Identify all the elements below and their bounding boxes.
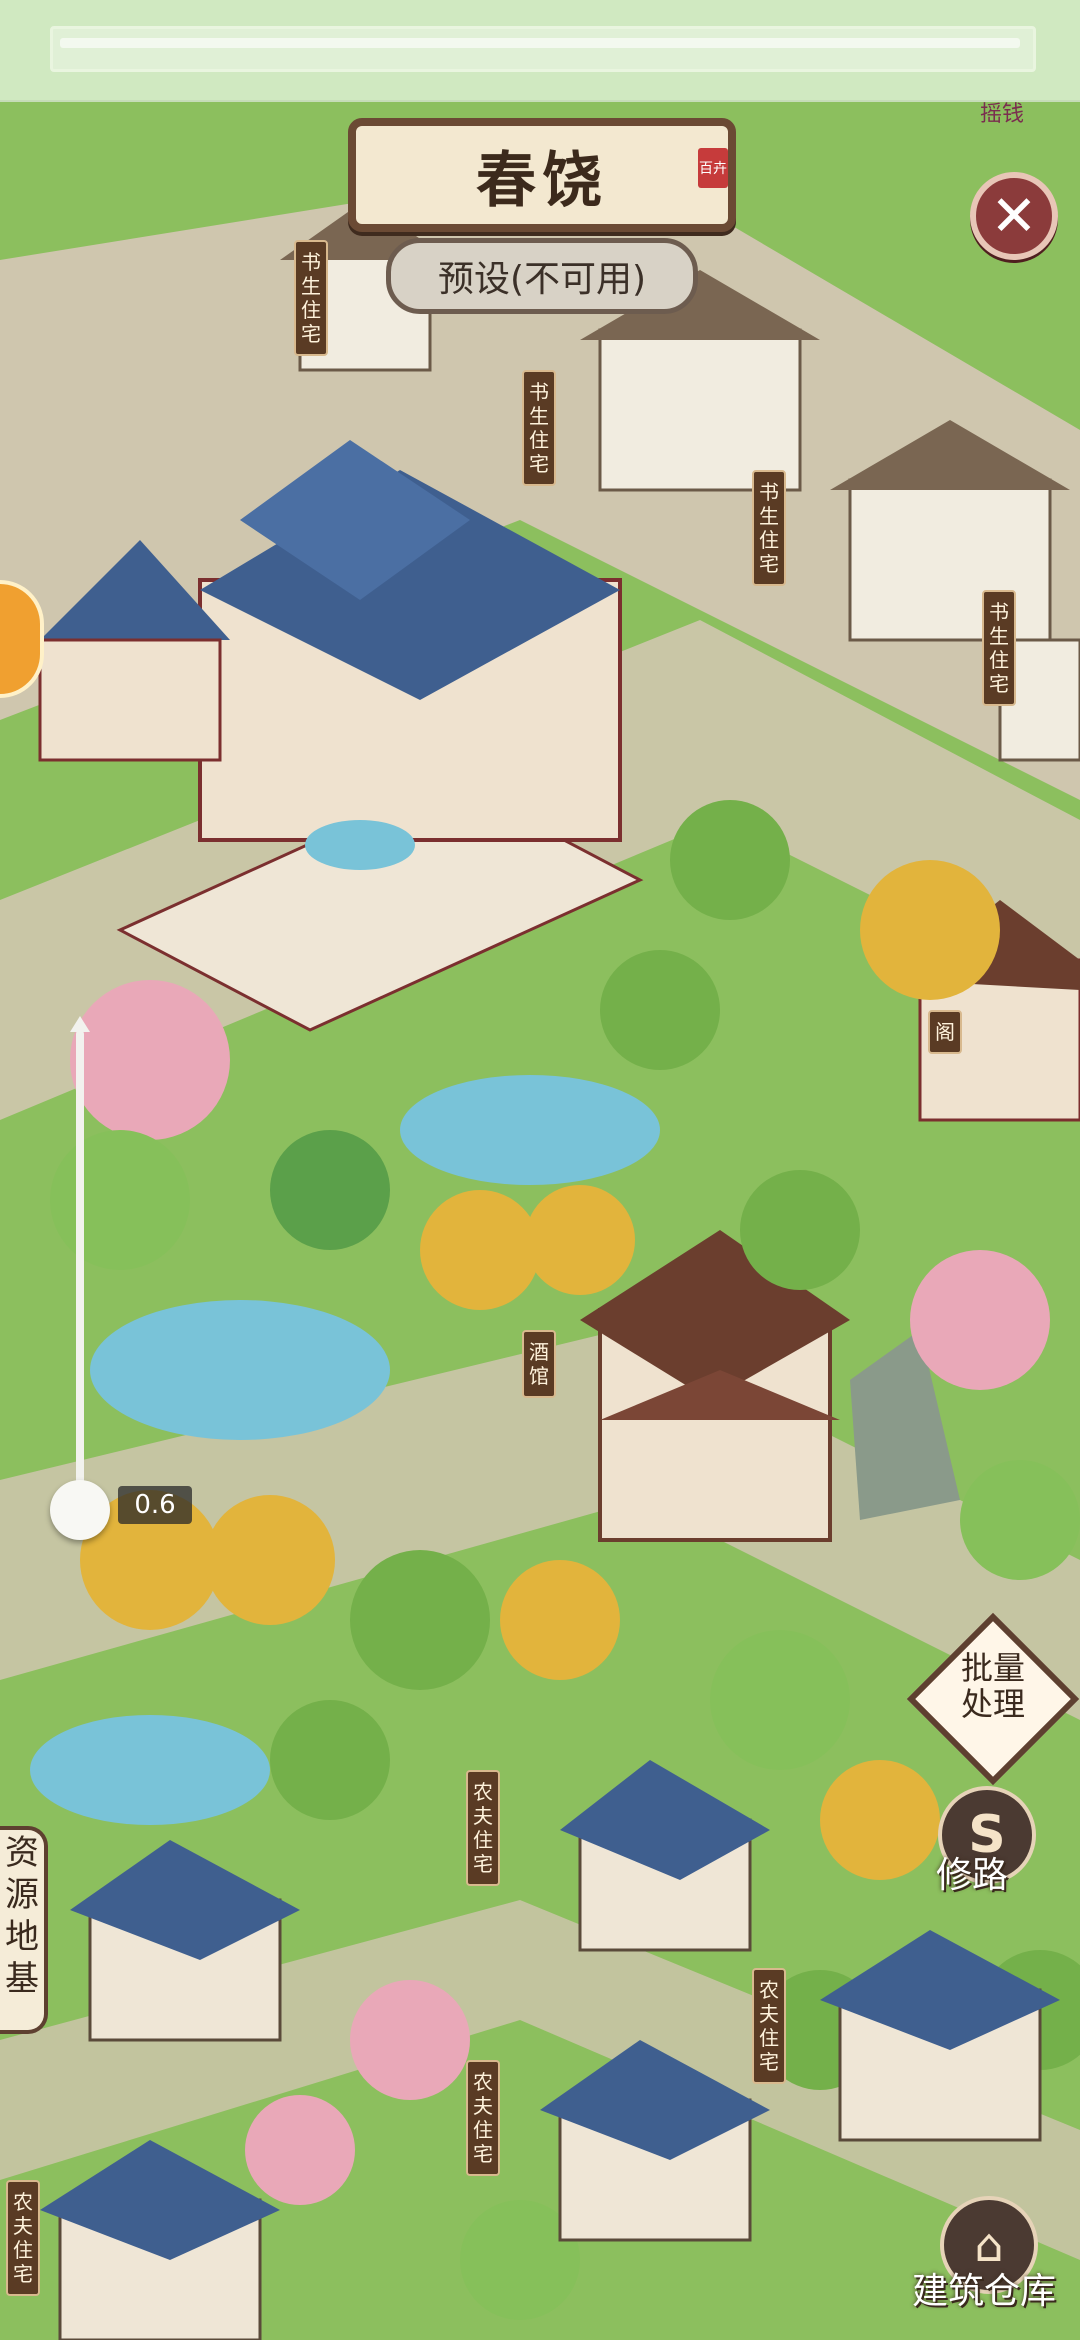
town-map[interactable] xyxy=(0,0,1080,2340)
preset-label: 预设(不可用) xyxy=(437,259,647,300)
top-frame xyxy=(0,0,1080,102)
sign-tavern[interactable]: 酒馆 xyxy=(522,1330,556,1398)
road-label: 修路 xyxy=(936,1855,1009,1896)
sign-scholar-house[interactable]: 书生住宅 xyxy=(982,590,1016,706)
sign-scholar-house[interactable]: 书生住宅 xyxy=(522,370,556,486)
top-bar-inner xyxy=(60,38,1020,48)
money-tree-label[interactable]: 摇钱 xyxy=(980,96,1024,128)
sign-farmer-house[interactable]: 农夫住宅 xyxy=(752,1968,786,2084)
batch-label-text: 批量处理 xyxy=(960,1649,1025,1723)
top-bar xyxy=(50,26,1036,72)
season-title: 春饶 xyxy=(476,145,608,216)
close-button[interactable]: ✕ xyxy=(970,172,1058,260)
sign-farmer-house[interactable]: 农夫住宅 xyxy=(466,2060,500,2176)
preset-button[interactable]: 预设(不可用) xyxy=(386,238,698,314)
resource-tab-label: 资源地基 xyxy=(2,1832,42,2000)
pond xyxy=(400,1075,660,1185)
zoom-slider-knob[interactable] xyxy=(50,1480,110,1540)
zoom-slider-track[interactable] xyxy=(76,1030,84,1500)
sign-farmer-house[interactable]: 农夫住宅 xyxy=(466,1770,500,1886)
zoom-value: 0.6 xyxy=(118,1486,192,1524)
sign-pavilion[interactable]: 阁 xyxy=(928,1010,962,1054)
sign-scholar-house[interactable]: 书生住宅 xyxy=(294,240,328,356)
resource-tab-text: 资源地基 xyxy=(5,1833,39,1999)
pond xyxy=(30,1715,270,1825)
season-plaque: 春饶 xyxy=(348,118,736,232)
sign-scholar-house[interactable]: 书生住宅 xyxy=(752,470,786,586)
pond xyxy=(90,1300,390,1440)
batch-label: 批量处理 xyxy=(932,1650,1054,1722)
close-icon: ✕ xyxy=(990,183,1038,249)
warehouse-label: 建筑仓库 xyxy=(912,2271,1057,2312)
season-seal: 百卉 xyxy=(698,148,728,188)
sign-farmer-house[interactable]: 农夫住宅 xyxy=(6,2180,40,2296)
